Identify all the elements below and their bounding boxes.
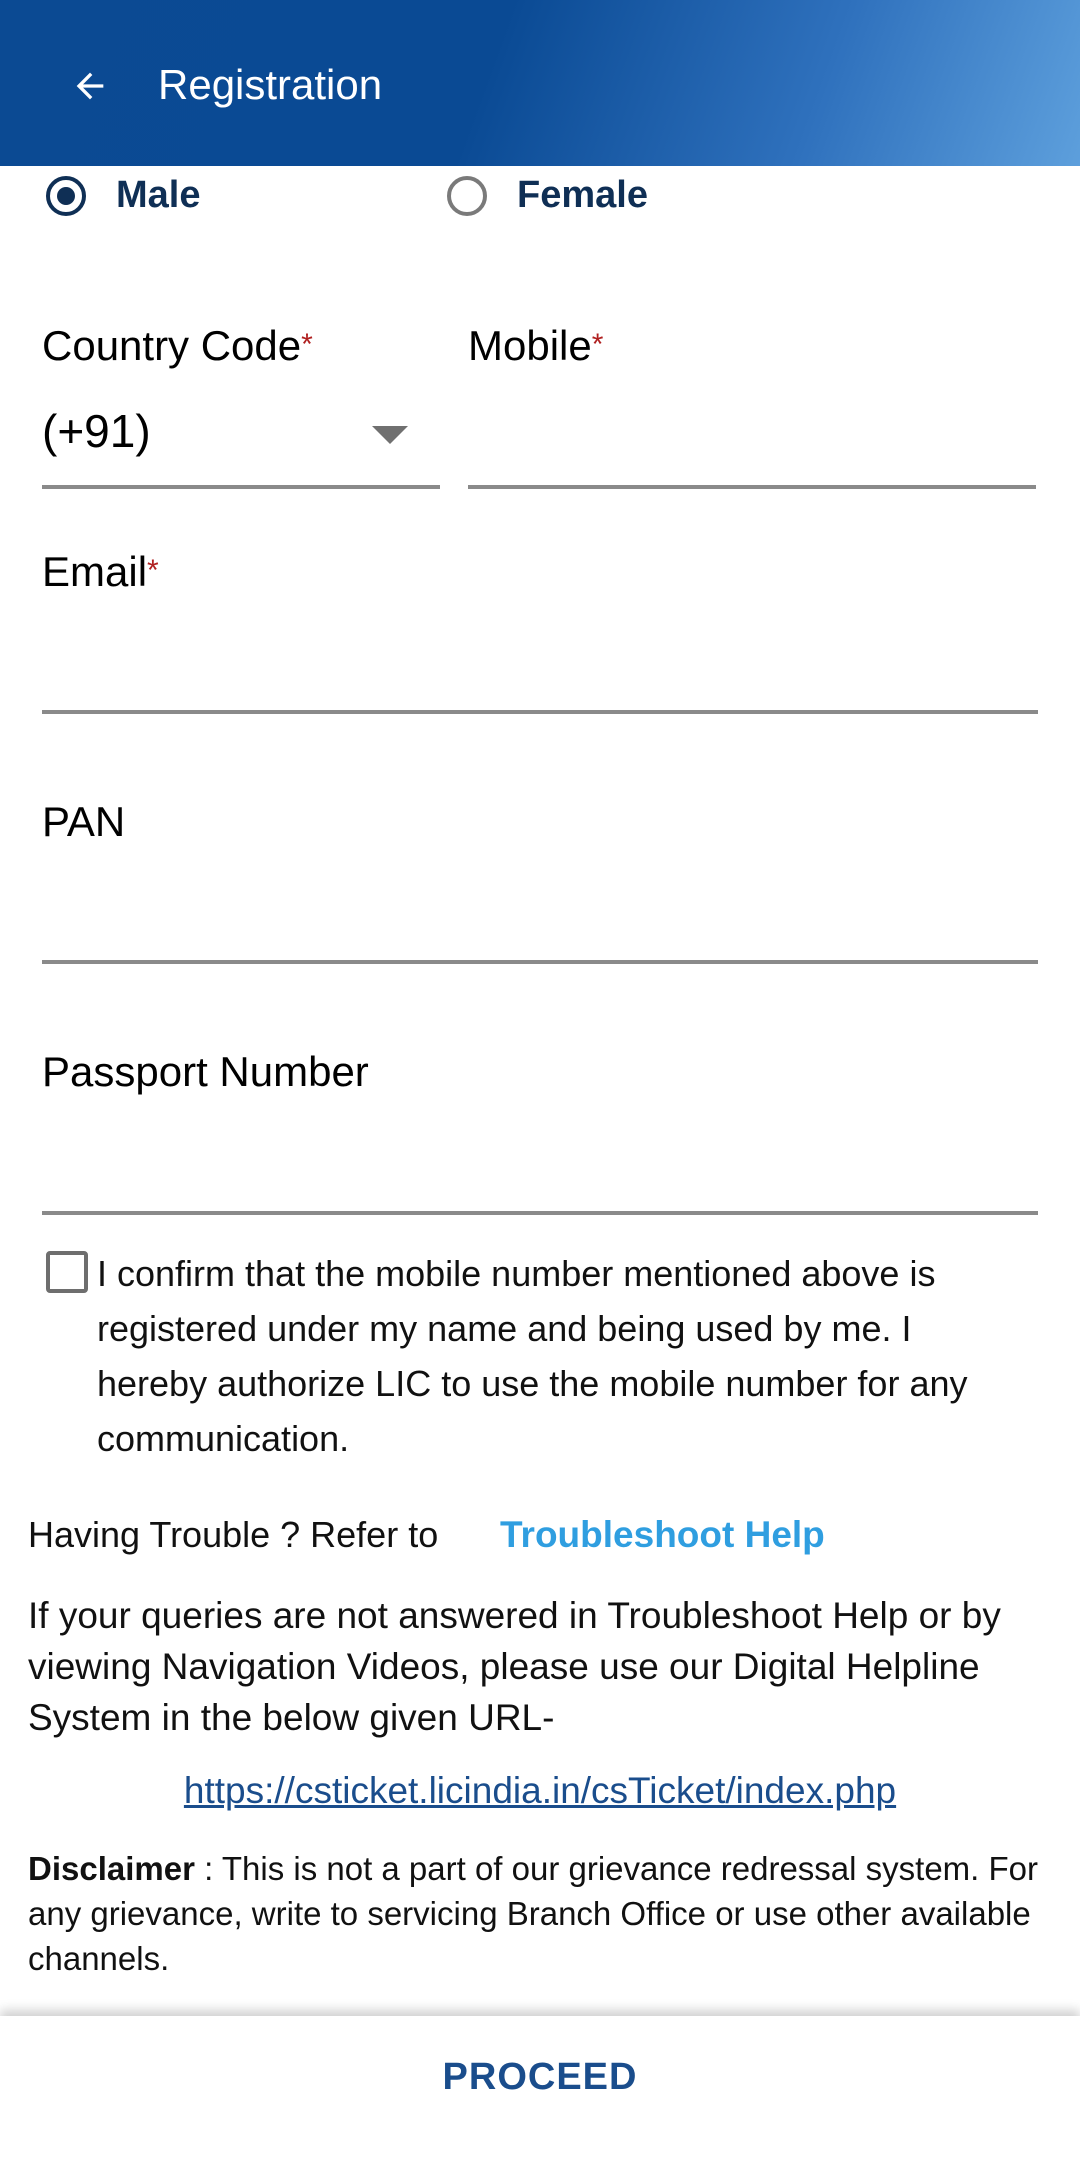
bottom-action-bar: PROCEED <box>0 2016 1080 2166</box>
mobile-label-text: Mobile <box>468 322 592 369</box>
required-mark: * <box>301 328 313 361</box>
gender-radio-label: Female <box>517 174 648 216</box>
proceed-button[interactable]: PROCEED <box>0 2056 1080 2099</box>
required-mark: * <box>591 328 604 361</box>
chevron-down-icon[interactable] <box>372 426 408 444</box>
disclaimer-label: Disclaimer <box>28 1850 195 1887</box>
arrow-left-icon <box>76 72 104 100</box>
queries-text: If your queries are not answered in Trou… <box>28 1595 1001 1738</box>
passport-underline <box>42 1211 1038 1215</box>
pan-label: PAN <box>42 798 126 845</box>
mobile-underline <box>468 485 1036 489</box>
country-code-label-text: Country Code <box>42 322 302 369</box>
confirm-checkbox[interactable] <box>46 1251 88 1293</box>
disclaimer: Disclaimer : This is not a part of our g… <box>28 1846 1068 1981</box>
gender-radio-male[interactable]: Male <box>46 174 200 217</box>
gender-radio-female[interactable]: Female <box>447 174 648 217</box>
mobile-input[interactable] <box>468 410 1036 474</box>
country-code-underline <box>42 485 440 489</box>
helpline-url-link[interactable]: https://csticket.licindia.in/csTicket/in… <box>0 1770 1080 1812</box>
pan-input[interactable] <box>42 884 1038 948</box>
app-bar: Registration <box>0 0 1080 166</box>
gender-radio-label: Male <box>116 174 201 216</box>
passport-label: Passport Number <box>42 1048 369 1095</box>
radio-selected-icon[interactable] <box>46 175 86 216</box>
confirm-text: I confirm that the mobile number mention… <box>97 1253 968 1459</box>
required-mark: * <box>147 554 159 587</box>
email-label-text: Email <box>42 548 148 595</box>
email-underline <box>42 710 1038 714</box>
mobile-label: Mobile* <box>468 322 603 370</box>
having-trouble-text: Having Trouble ? Refer to <box>28 1514 439 1555</box>
gender-radio-group: Male Female <box>0 166 1080 226</box>
passport-input[interactable] <box>42 1134 1038 1198</box>
back-button[interactable] <box>62 58 118 114</box>
radio-unselected-icon[interactable] <box>447 175 487 216</box>
country-code-label: Country Code* <box>42 322 313 370</box>
country-code-select[interactable]: (+91) <box>42 404 151 458</box>
page-title: Registration <box>158 61 383 108</box>
email-label: Email* <box>42 548 159 596</box>
troubleshoot-help-link[interactable]: Troubleshoot Help <box>500 1514 825 1556</box>
pan-underline <box>42 960 1038 964</box>
email-input[interactable] <box>42 634 1038 698</box>
